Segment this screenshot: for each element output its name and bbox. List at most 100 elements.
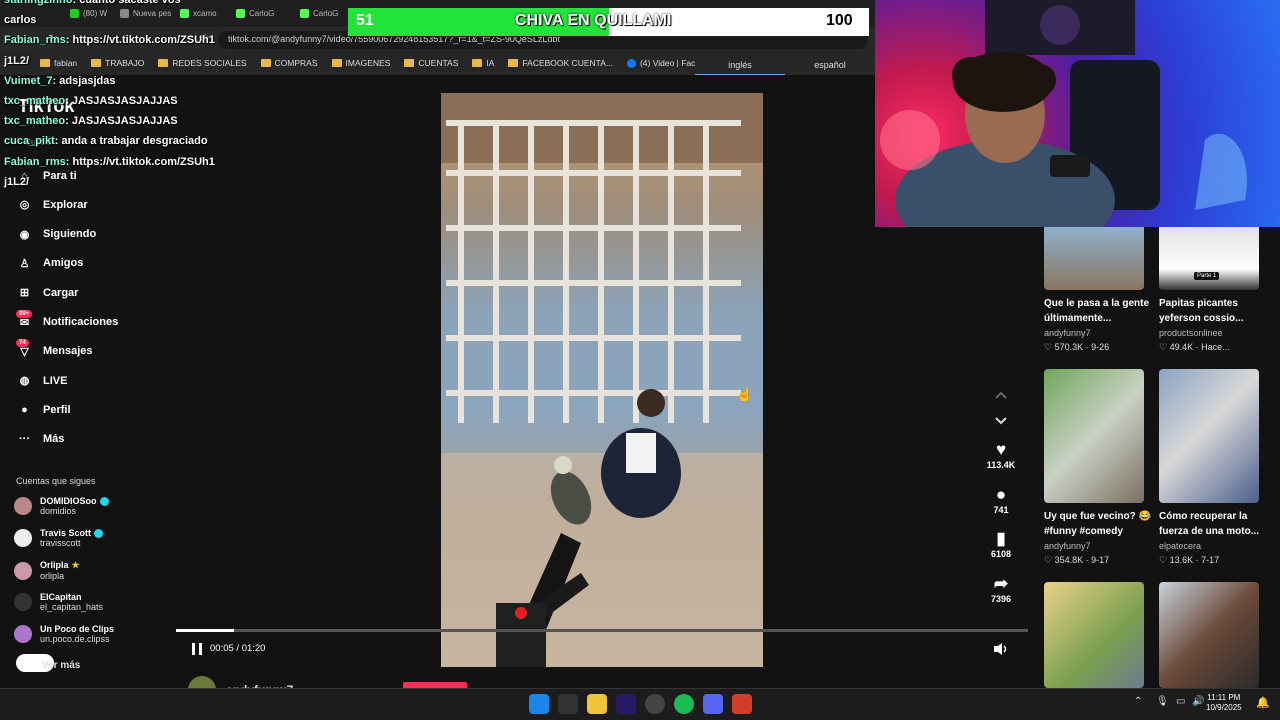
folder-icon: [472, 59, 483, 67]
related-thumb-1[interactable]: [1044, 220, 1144, 290]
chrome-icon[interactable]: [645, 694, 665, 714]
chat-text: JASJASJASJAJJAS: [71, 95, 178, 107]
bookmark-label: FACEBOOK CUENTA...: [522, 58, 613, 68]
share-action[interactable]: ➦ 7396: [982, 574, 1020, 604]
file-explorer-icon[interactable]: [587, 694, 607, 714]
action-count: 113.4K: [986, 460, 1016, 470]
pause-button[interactable]: [190, 642, 204, 656]
chat-username: txc_matheo: [4, 95, 66, 107]
sidebar-item-live[interactable]: ◍ LIVE: [16, 372, 68, 389]
next-video-button[interactable]: [993, 414, 1009, 426]
sidebar-item-siguiendo[interactable]: ◉ Siguiendo: [16, 226, 96, 243]
heart-icon[interactable]: ♥: [982, 440, 1020, 460]
translate-spanish-tab[interactable]: español: [785, 56, 875, 76]
chat-username: starlingzinno: [4, 0, 73, 6]
related-author[interactable]: andyfunny7: [1044, 541, 1091, 551]
microphone-icon[interactable]: 🎙: [1156, 696, 1169, 707]
following-item[interactable]: Un Poco de Clips un.poco.de.clipss: [14, 624, 114, 644]
brave-icon[interactable]: [732, 694, 752, 714]
sidebar-item-explorar[interactable]: ◎ Explorar: [16, 196, 88, 213]
avatar[interactable]: [14, 625, 32, 643]
sidebar-item-label: Para ti: [43, 169, 77, 182]
bookmark-item[interactable]: REDES SOCIALES: [158, 58, 247, 68]
tray-chevron-icon[interactable]: ⌃: [1134, 696, 1142, 707]
previous-video-button[interactable]: [993, 388, 1009, 400]
sidebar-item-label: LIVE: [43, 374, 68, 387]
chat-message: j1L2/: [4, 55, 29, 67]
related-author[interactable]: andyfunny7: [1044, 328, 1091, 338]
progress-track[interactable]: [176, 629, 1028, 632]
related-thumb-3[interactable]: [1044, 369, 1144, 503]
related-thumb-6[interactable]: [1159, 582, 1259, 688]
related-title[interactable]: Papitas picantes yeferson cossio...: [1159, 296, 1269, 326]
following-item[interactable]: Travis Scott travisscott: [14, 528, 104, 548]
related-title[interactable]: Que le pasa a la gente últimamente...: [1044, 296, 1154, 326]
related-stats: ♡ 13.6K · 7-17: [1159, 555, 1219, 566]
bookmark-label: IMAGENES: [345, 58, 391, 68]
browser-tab[interactable]: CarloG: [300, 4, 338, 22]
bookmark-item[interactable]: CUENTAS: [404, 58, 458, 68]
bookmark-item[interactable]: FACEBOOK CUENTA...: [508, 58, 613, 68]
chat-username: cuca_pikt: [4, 135, 55, 148]
compass-icon: ◎: [19, 199, 30, 212]
browser-tab[interactable]: xcamo: [180, 4, 217, 22]
following-item[interactable]: ElCapitan el_capitan_hats: [14, 592, 103, 612]
share-icon[interactable]: ➦: [982, 574, 1020, 594]
browser-tab[interactable]: CarloG: [236, 4, 274, 22]
translate-english-tab[interactable]: inglés: [695, 56, 785, 76]
taskbar-clock[interactable]: 11:11 PM 10/9/2025: [1206, 693, 1242, 713]
avatar[interactable]: [14, 497, 32, 516]
heart-action[interactable]: ♥ 113.4K: [982, 440, 1020, 470]
comment-action[interactable]: ● 741: [982, 485, 1020, 515]
network-icon[interactable]: ▭: [1176, 696, 1185, 707]
bookmark-item[interactable]: COMPRAS: [260, 58, 318, 68]
sidebar-item-perfil[interactable]: ● Perfil: [16, 401, 70, 418]
related-stats-text: 13.6K · 7-17: [1169, 555, 1220, 565]
following-item[interactable]: DOMIDIOSoo domidios: [14, 496, 109, 516]
related-author[interactable]: elpatecera: [1159, 541, 1201, 551]
discord-icon[interactable]: [703, 694, 723, 714]
sidebar-item-más[interactable]: ··· Más: [16, 431, 64, 448]
chat-text: j1L2/: [4, 175, 30, 188]
chat-colon: :: [65, 115, 72, 128]
windows-start-icon[interactable]: [529, 694, 549, 714]
sidebar-item-cargar[interactable]: ⊞ Cargar: [16, 284, 79, 301]
avatar[interactable]: [14, 529, 32, 548]
heart-icon: ♡: [1044, 555, 1055, 565]
related-thumb-5[interactable]: [1044, 582, 1144, 688]
related-title[interactable]: Cómo recuperar la fuerza de una moto...: [1159, 509, 1269, 539]
upload-icon: ⊞: [19, 287, 30, 300]
avatar[interactable]: [14, 561, 32, 580]
video-player[interactable]: [441, 93, 763, 667]
chat-message: Vuimet_7: adsjasjdas: [4, 75, 116, 87]
folder-icon: [91, 59, 102, 67]
bookmark-icon[interactable]: ▮: [982, 529, 1020, 549]
bookmark-item[interactable]: fabian: [40, 58, 77, 68]
related-author[interactable]: productsonlinee: [1159, 328, 1223, 338]
chat-username: Fabian_rms: [4, 155, 66, 168]
see-more-link[interactable]: Ver más: [42, 660, 80, 671]
heart-icon: ♡: [1159, 555, 1170, 565]
bookmark-item[interactable]: TRABAJO: [91, 58, 144, 68]
bookmark-item[interactable]: IA: [472, 58, 494, 68]
browser-tab[interactable]: Nueva pes: [120, 4, 171, 22]
avatar[interactable]: [14, 593, 32, 611]
related-thumb-4[interactable]: [1159, 369, 1259, 503]
bookmark-item[interactable]: IMAGENES: [331, 58, 391, 68]
epic-games-icon[interactable]: [558, 694, 578, 714]
notification-bell-icon[interactable]: 🔔: [1256, 696, 1270, 709]
spotify-icon[interactable]: [674, 694, 694, 714]
chat-message: carlos: [4, 14, 36, 26]
comment-icon[interactable]: ●: [982, 485, 1020, 505]
tab-favicon-icon: [120, 8, 129, 18]
related-stats: ♡ 49.4K · Hace...: [1159, 342, 1230, 353]
sidebar-item-amigos[interactable]: ♙ Amigos: [16, 255, 84, 272]
related-title[interactable]: Uy que fue vecino? 😂 #funny #comedy: [1044, 509, 1154, 539]
premiere-icon[interactable]: [616, 694, 636, 714]
volume-icon[interactable]: [992, 641, 1010, 657]
following-item[interactable]: Orlipla ★ orlipla: [14, 560, 80, 581]
speaker-icon[interactable]: 🔊: [1192, 696, 1204, 707]
heart-icon: ♡: [1159, 342, 1170, 352]
bookmark-action[interactable]: ▮ 6108: [982, 529, 1020, 559]
browser-tab[interactable]: (80) W: [70, 4, 107, 22]
